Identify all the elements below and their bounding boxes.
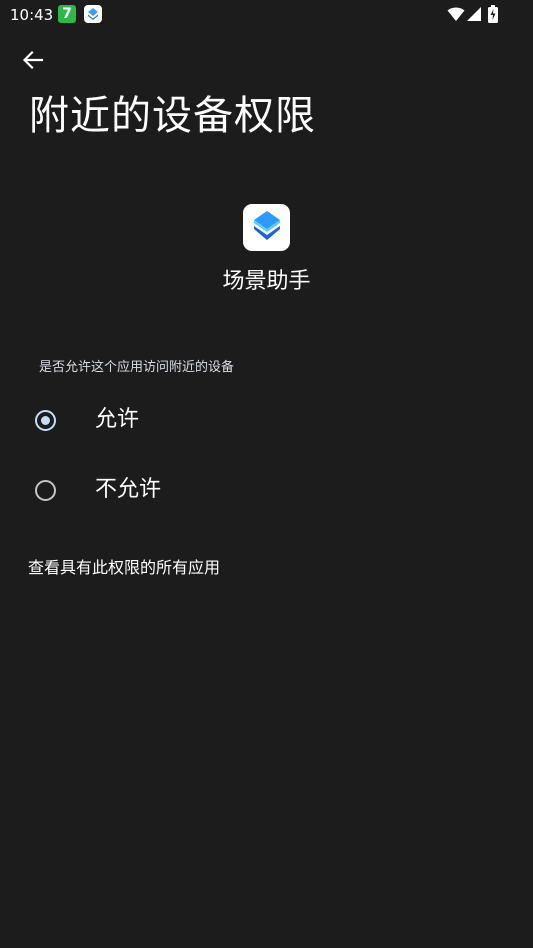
status-bar: 10:43 7 [0, 0, 533, 30]
back-button[interactable] [14, 44, 52, 80]
radio-button-unchecked[interactable] [35, 479, 56, 501]
radio-dot [41, 415, 50, 425]
radio-option-allow[interactable]: 允许 [20, 392, 513, 448]
arrow-left-icon [22, 49, 44, 75]
battery-charging-icon [488, 5, 498, 27]
status-time: 10:43 [10, 6, 54, 24]
permission-question: 是否允许这个应用访问附近的设备 [39, 360, 235, 375]
app-name: 场景助手 [222, 269, 311, 294]
radio-label-deny: 不允许 [95, 477, 162, 502]
signal-icon [466, 6, 482, 26]
page-title: 附近的设备权限 [29, 93, 316, 139]
notification-badge-icon: 7 [58, 5, 76, 23]
radio-label-allow: 允许 [95, 407, 140, 432]
view-all-apps-link[interactable]: 查看具有此权限的所有应用 [28, 556, 220, 580]
layers-icon [251, 209, 283, 247]
radio-button-checked[interactable] [35, 409, 56, 431]
wifi-icon [447, 6, 465, 26]
app-notification-icon [84, 5, 102, 23]
app-icon [243, 204, 290, 251]
radio-option-deny[interactable]: 不允许 [20, 462, 513, 518]
